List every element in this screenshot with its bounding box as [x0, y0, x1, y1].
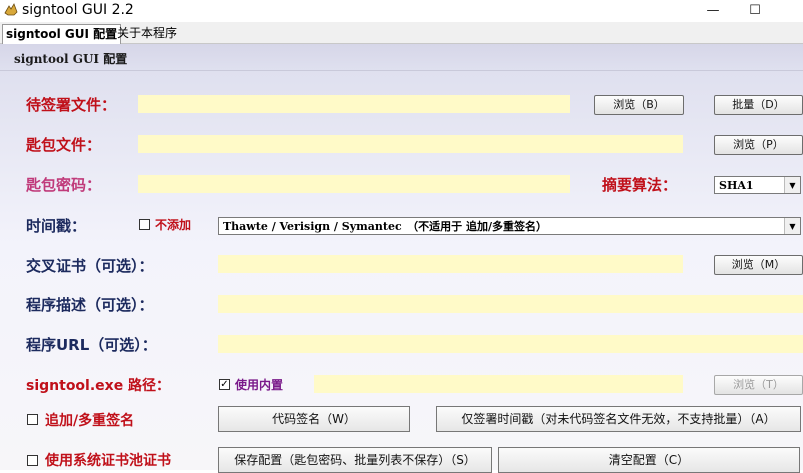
cross-cert-input[interactable]	[218, 255, 683, 273]
file-label: 待签署文件：	[26, 96, 117, 114]
append-sign-label: 追加/多重签名	[45, 413, 135, 429]
dropdown-arrow-icon: ▼	[784, 218, 800, 234]
no-timestamp-checkbox[interactable]	[139, 219, 150, 230]
clear-config-button[interactable]: 清空配置（C）	[498, 447, 800, 473]
batch-button[interactable]: 批量（D）	[714, 95, 803, 115]
url-label: 程序URL（可选）：	[26, 336, 157, 354]
description-label: 程序描述（可选）：	[26, 296, 154, 314]
browse-signtool-button[interactable]: 浏览（T）	[714, 375, 803, 395]
minimize-button[interactable]: —	[693, 1, 733, 21]
signtool-path-input[interactable]	[314, 375, 683, 393]
maximize-button[interactable]: ☐	[735, 1, 775, 21]
timestamp-select[interactable]: Thawte / Verisign / Symantec （不适用于 追加/多重…	[218, 217, 801, 235]
app-icon	[4, 3, 18, 16]
title-bar: signtool GUI 2.2 — ☐	[0, 0, 803, 22]
signtool-path-label: signtool.exe 路径：	[26, 378, 171, 394]
digest-select[interactable]: SHA1 ▼	[714, 176, 801, 194]
url-input[interactable]	[218, 335, 803, 353]
timestamp-value: Thawte / Verisign / Symantec （不适用于 追加/多重…	[223, 220, 547, 233]
use-cert-pool-label: 使用系统证书池证书	[45, 453, 171, 469]
cross-cert-label: 交叉证书（可选）：	[26, 257, 154, 275]
browse-file-button[interactable]: 浏览（B）	[594, 95, 684, 115]
save-config-button[interactable]: 保存配置（匙包密码、批量列表不保存）（S）	[218, 447, 492, 473]
panel-divider	[0, 70, 803, 71]
use-cert-pool-checkbox[interactable]	[27, 455, 38, 466]
digest-label: 摘要算法：	[602, 176, 678, 194]
no-timestamp-label: 不添加	[155, 218, 192, 232]
digest-value: SHA1	[719, 179, 754, 192]
timestamp-only-button[interactable]: 仅签署时间戳（对未代码签名文件无效，不支持批量）（A）	[436, 406, 801, 432]
append-sign-checkbox[interactable]	[27, 414, 38, 425]
description-input[interactable]	[218, 295, 803, 313]
code-sign-button[interactable]: 代码签名（W）	[218, 406, 410, 432]
tab-config[interactable]: signtool GUI 配置	[2, 24, 122, 44]
tab-about[interactable]: 关于本程序	[114, 24, 180, 42]
tab-strip: signtool GUI 配置 关于本程序	[0, 22, 803, 44]
use-builtin-label: 使用内置	[235, 378, 284, 392]
browse-cross-cert-button[interactable]: 浏览（M）	[714, 255, 803, 275]
panel-title: signtool GUI 配置	[14, 52, 128, 66]
file-input[interactable]	[138, 95, 570, 113]
timestamp-label: 时间戳：	[26, 217, 87, 235]
use-builtin-checkbox[interactable]: ✓	[219, 379, 230, 390]
browse-key-button[interactable]: 浏览（P）	[714, 135, 803, 155]
dropdown-arrow-icon: ▼	[784, 177, 800, 193]
window-title: signtool GUI 2.2	[22, 2, 134, 18]
password-input[interactable]	[138, 175, 570, 193]
password-label: 匙包密码：	[26, 176, 102, 194]
key-file-label: 匙包文件：	[26, 136, 102, 154]
key-file-input[interactable]	[138, 135, 683, 153]
